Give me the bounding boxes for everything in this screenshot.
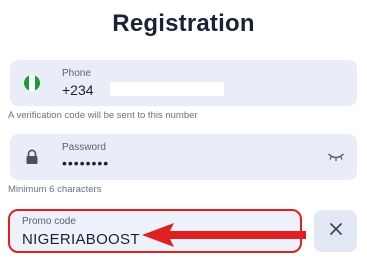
red-arrow-annotation (142, 223, 306, 247)
phone-label: Phone (62, 68, 91, 79)
password-hint: Minimum 6 characters (8, 184, 102, 195)
password-label: Password (62, 142, 106, 153)
phone-hint: A verification code will be sent to this… (8, 110, 198, 121)
phone-number-redacted[interactable] (110, 82, 224, 96)
clear-promo-button[interactable] (314, 210, 357, 252)
nigeria-flag-icon[interactable] (22, 73, 42, 93)
page-title: Registration (112, 10, 255, 37)
eye-closed-icon[interactable] (327, 150, 345, 162)
close-icon (329, 222, 343, 241)
promo-code-input[interactable]: NIGERIABOOST (22, 231, 140, 248)
promo-code-label: Promo code (22, 216, 76, 227)
phone-country-code[interactable]: +234 (62, 82, 94, 98)
promo-code-field[interactable]: Promo code NIGERIABOOST (8, 209, 306, 253)
password-field[interactable]: Password •••••••• (10, 134, 357, 180)
phone-field[interactable]: Phone +234 (10, 60, 357, 106)
lock-icon (22, 147, 42, 167)
password-input[interactable]: •••••••• (62, 155, 109, 171)
